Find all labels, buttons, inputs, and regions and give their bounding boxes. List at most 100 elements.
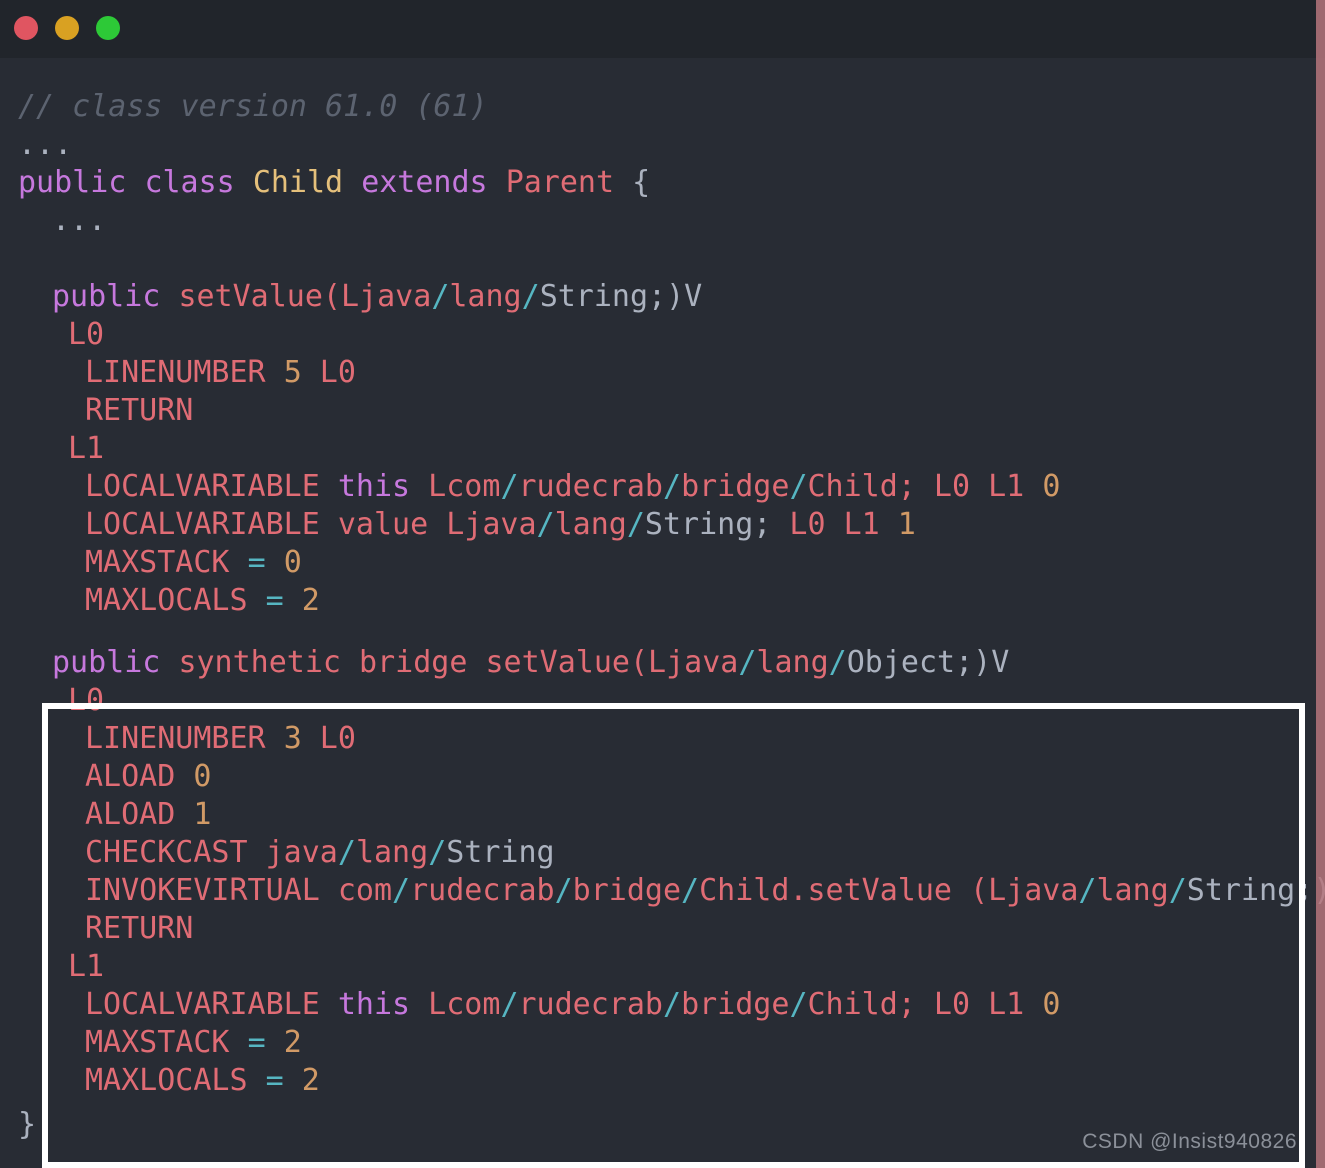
- code-token: class: [144, 165, 235, 200]
- code-token: Parent: [505, 165, 615, 200]
- code-token: 0: [1042, 987, 1061, 1022]
- code-token: /: [500, 469, 519, 504]
- code-token: /: [1168, 873, 1187, 908]
- code-token: LINENUMBER: [85, 355, 284, 390]
- code-token: 3: [283, 721, 302, 756]
- code-token: 5: [283, 355, 302, 390]
- code-token: bridge: [681, 987, 790, 1022]
- code-token: /: [828, 645, 847, 680]
- code-token: /: [738, 645, 757, 680]
- code-line: ...: [0, 202, 106, 240]
- code-token: L1: [68, 949, 105, 984]
- code-token: MAXSTACK: [85, 545, 248, 580]
- code-token: 0: [1042, 469, 1061, 504]
- code-token: Object;)V: [846, 645, 1010, 680]
- code-line: LOCALVARIABLE value Ljava/lang/String; L…: [0, 506, 916, 544]
- code-token: this: [337, 987, 411, 1022]
- code-token: Child.setValue: [699, 873, 952, 908]
- code-token: Lcom: [410, 987, 501, 1022]
- code-line-closing-brace: }: [0, 1106, 36, 1144]
- code-token: L0 L1: [771, 507, 898, 542]
- code-token: synthetic bridge setValue(Ljava: [178, 645, 739, 680]
- minimize-window-button[interactable]: [55, 16, 79, 40]
- code-token: 2: [301, 1063, 320, 1098]
- code-token: INVOKEVIRTUAL com: [85, 873, 393, 908]
- code-token: =: [247, 545, 266, 580]
- code-token: /: [521, 279, 540, 314]
- code-token: MAXLOCALS: [85, 1063, 266, 1098]
- code-token: /: [500, 987, 519, 1022]
- code-token: rudecrab: [518, 987, 664, 1022]
- code-token: /: [1078, 873, 1097, 908]
- code-line-highlighted: RETURN: [0, 910, 193, 948]
- code-line: ...: [0, 126, 72, 164]
- close-window-button[interactable]: [14, 16, 38, 40]
- code-token: RETURN: [85, 911, 194, 946]
- code-token: L1: [68, 431, 105, 466]
- code-token: String;)V: [1186, 873, 1325, 908]
- code-token: bridge: [681, 469, 790, 504]
- code-line: MAXSTACK = 0: [0, 544, 302, 582]
- code-line-highlighted: LOCALVARIABLE this Lcom/rudecrab/bridge/…: [0, 986, 1060, 1024]
- code-line-highlighted: L1: [0, 948, 104, 986]
- code-viewer[interactable]: // class version 61.0 (61)... public clas…: [0, 58, 1325, 1168]
- code-token: LOCALVARIABLE: [85, 469, 338, 504]
- maximize-window-button[interactable]: [96, 16, 120, 40]
- code-line: MAXLOCALS = 2: [0, 582, 320, 620]
- code-token: /: [337, 835, 356, 870]
- code-token: Lcom: [410, 469, 501, 504]
- code-line-highlighted: CHECKCAST java/lang/String: [0, 834, 555, 872]
- code-token: LOCALVARIABLE: [85, 987, 338, 1022]
- code-token: ...: [52, 203, 107, 238]
- code-token: MAXLOCALS: [85, 583, 266, 618]
- code-token: /: [536, 507, 555, 542]
- code-token: lang: [554, 507, 627, 542]
- code-token: ...: [18, 127, 73, 162]
- code-token: String;)V: [539, 279, 703, 314]
- code-line-highlighted: INVOKEVIRTUAL com/rudecrab/bridge/Child.…: [0, 872, 1325, 910]
- code-token: /: [681, 873, 700, 908]
- code-line-highlighted: ALOAD 1: [0, 796, 211, 834]
- code-token: public: [18, 165, 127, 200]
- right-edge-strip: [1316, 0, 1325, 1168]
- code-line-highlighted: public synthetic bridge setValue(Ljava/l…: [0, 644, 1009, 682]
- code-token: 0: [283, 545, 302, 580]
- code-line: public class Child extends Parent {: [0, 164, 650, 202]
- code-token: ALOAD: [85, 797, 194, 832]
- code-token: /: [789, 987, 808, 1022]
- code-line-highlighted: L0: [0, 682, 104, 720]
- code-token: lang: [355, 835, 429, 870]
- code-token: =: [265, 583, 284, 618]
- code-token: // class version 61.0 (61): [18, 89, 488, 124]
- code-token: LOCALVARIABLE value Ljava: [85, 507, 537, 542]
- code-token: bridge: [572, 873, 682, 908]
- code-token: 2: [283, 1025, 302, 1060]
- code-token: MAXSTACK: [85, 1025, 248, 1060]
- code-token: 1: [897, 507, 916, 542]
- code-line-highlighted: ALOAD 0: [0, 758, 211, 796]
- code-token: String;: [644, 507, 772, 542]
- code-token: /: [554, 873, 573, 908]
- code-line: L1: [0, 430, 104, 468]
- code-token: {: [632, 165, 651, 200]
- code-line-highlighted: MAXSTACK = 2: [0, 1024, 302, 1062]
- code-line: public setValue(Ljava/lang/String;)V: [0, 278, 702, 316]
- code-token: L0: [68, 317, 105, 352]
- code-token: rudecrab: [410, 873, 555, 908]
- code-token: /: [626, 507, 645, 542]
- code-token: Child: [252, 165, 344, 200]
- code-token: /: [431, 279, 450, 314]
- code-token: CHECKCAST java: [85, 835, 338, 870]
- code-token: 0: [193, 759, 212, 794]
- code-token: =: [247, 1025, 266, 1060]
- code-token: extends: [361, 165, 488, 200]
